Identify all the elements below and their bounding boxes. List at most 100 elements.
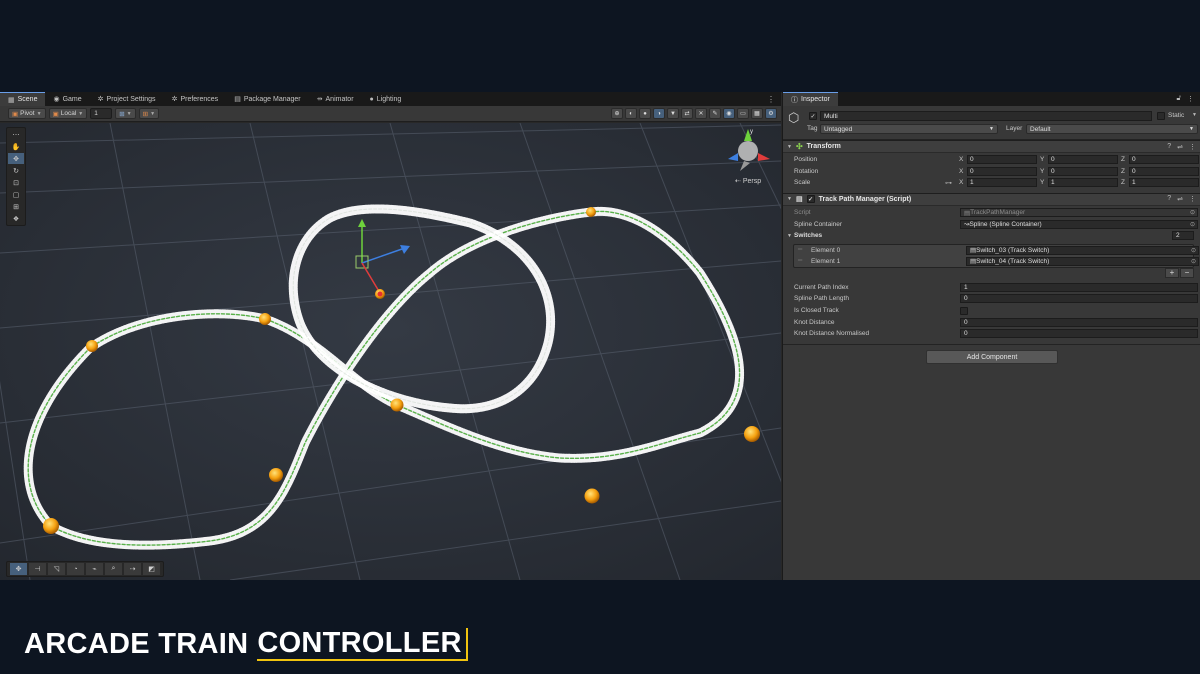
split-knot-icon[interactable]: ◩	[143, 563, 160, 575]
drag-handle-icon[interactable]: ═	[798, 247, 802, 253]
drag-handle-icon[interactable]: ═	[798, 258, 802, 264]
target-icon[interactable]: ⊙	[1190, 221, 1195, 228]
help-icon[interactable]: ?	[1167, 143, 1171, 151]
layers-icon[interactable]: ▦	[751, 108, 763, 119]
is-closed-track-checkbox[interactable]	[960, 306, 968, 315]
active-checkbox[interactable]: ✓	[809, 112, 817, 120]
knot-distance-normalised-field[interactable]: 0	[960, 329, 1198, 339]
layer-dropdown[interactable]: Default ▼	[1026, 124, 1198, 134]
foldout-arrow-icon[interactable]: ▼	[787, 196, 792, 202]
position-z-field[interactable]: 0	[1129, 155, 1199, 165]
spline-container-field[interactable]: ↝ Spline (Spline Container) ⊙	[960, 219, 1198, 229]
foldout-arrow-icon[interactable]: ▼	[787, 233, 792, 239]
tab-preferences[interactable]: ✲ Preferences	[164, 92, 227, 106]
grid-snap-dropdown[interactable]: ⊞ ▼	[115, 108, 136, 119]
rotation-y-field[interactable]: 0	[1048, 166, 1118, 176]
tab-animator[interactable]: ⇸ Animator	[309, 92, 362, 106]
spline-knot[interactable]	[584, 488, 600, 504]
element-field[interactable]: ▤ Switch_04 (Track Switch) ⊙	[966, 256, 1199, 266]
camera-icon[interactable]: ▭	[737, 108, 749, 119]
scale-z-field[interactable]: 1	[1129, 178, 1199, 188]
snap-increment-field[interactable]: 1	[90, 108, 113, 119]
add-element-button[interactable]: +	[1165, 267, 1179, 278]
auto-mode-icon[interactable]: ◔	[67, 563, 84, 575]
list-item[interactable]: ═ Element 1 ▤ Switch_04 (Track Switch) ⊙	[794, 256, 1199, 267]
space-dropdown[interactable]: ▣ Local ▼	[48, 108, 88, 119]
lighting-toggle-icon[interactable]: ✕	[695, 108, 707, 119]
static-checkbox[interactable]	[1157, 112, 1165, 120]
rotation-z-field[interactable]: 0	[1129, 166, 1199, 176]
tab-game[interactable]: ◉ Game	[45, 92, 89, 106]
tab-scene[interactable]: ▦ Scene	[0, 92, 46, 106]
more-icon[interactable]: ⋮	[1189, 143, 1196, 151]
component-enabled-checkbox[interactable]: ✓	[806, 195, 815, 204]
tab-lighting[interactable]: ● Lighting	[362, 92, 410, 106]
spline-knot[interactable]	[744, 426, 760, 442]
linear-mode-icon[interactable]: ◹	[48, 563, 65, 575]
spline-knot[interactable]	[269, 468, 283, 482]
help-icon[interactable]: ?	[1167, 195, 1171, 203]
gizmos-icon[interactable]: ⚙	[765, 108, 777, 119]
tab-package-manager[interactable]: ▤ Package Manager	[226, 92, 308, 106]
view-tool-icon[interactable]: ✋	[8, 141, 24, 152]
element-field[interactable]: ▤ Switch_03 (Track Switch) ⊙	[966, 245, 1199, 255]
tag-dropdown[interactable]: Untagged ▼	[820, 124, 998, 134]
projection-label[interactable]: ⇠ Persp	[735, 177, 761, 185]
tab-project-settings[interactable]: ✲ Project Settings	[90, 92, 164, 106]
transform-header[interactable]: ▼ ✣ Transform ? ⇌ ⋮	[783, 140, 1200, 153]
target-icon[interactable]: ⊙	[1191, 258, 1196, 265]
bezier-mode-icon[interactable]: ⌁	[86, 563, 103, 575]
2d-toggle-icon[interactable]: ⇄	[681, 108, 693, 119]
increment-snap-dropdown[interactable]: ⊞ ▼	[138, 108, 160, 119]
position-y-field[interactable]: 0	[1048, 155, 1118, 165]
pivot-dropdown[interactable]: ▣ Pivot ▼	[8, 108, 46, 119]
rect-tool-icon[interactable]: ▢	[8, 189, 24, 200]
render-mode-icon[interactable]: ▼	[667, 108, 679, 119]
knot-distance-field[interactable]: 0	[960, 317, 1198, 327]
spline-knot[interactable]	[259, 313, 271, 325]
track-path-manager-header[interactable]: ▼ ▤ ✓ Track Path Manager (Script) ? ⇌ ⋮	[783, 192, 1200, 206]
spline-knot[interactable]	[43, 518, 59, 534]
tab-inspector[interactable]: ⓘ Inspector	[783, 92, 838, 106]
position-x-field[interactable]: 0	[967, 155, 1037, 165]
gizmo-globe-icon[interactable]: ⊕	[611, 108, 623, 119]
chevron-down-icon[interactable]: ▼	[1192, 112, 1197, 118]
spline-path-length-field[interactable]: 0	[960, 294, 1198, 304]
scale-x-field[interactable]: 1	[967, 178, 1037, 188]
constrain-proportions-icon[interactable]: ⊶	[945, 179, 952, 187]
move-tool-icon[interactable]: ✥	[8, 153, 24, 164]
switches-count-field[interactable]: 2	[1172, 231, 1194, 241]
effects-icon[interactable]: ✎	[709, 108, 721, 119]
knot-move-icon[interactable]: ✥	[10, 563, 27, 575]
foldout-arrow-icon[interactable]: ▼	[787, 144, 792, 150]
target-icon[interactable]: ⊙	[1191, 247, 1196, 254]
object-name-field[interactable]: Multi	[820, 111, 1152, 121]
list-item[interactable]: ═ Element 0 ▤ Switch_03 (Track Switch) ⊙	[794, 245, 1199, 256]
link-knots-icon[interactable]: ⇢	[124, 563, 141, 575]
transform-tool-icon[interactable]: ⊞	[8, 201, 24, 212]
more-icon[interactable]: ⋮	[1189, 195, 1196, 203]
spline-knot[interactable]	[86, 340, 98, 352]
shading-shaded-icon[interactable]: ●	[639, 108, 651, 119]
add-component-button[interactable]: Add Component	[926, 350, 1058, 364]
rotation-x-field[interactable]: 0	[967, 166, 1037, 176]
zoom-icon[interactable]: ⌕	[105, 563, 122, 575]
lock-icon[interactable]: 🔓︎	[1176, 95, 1181, 103]
custom-tool-icon[interactable]: ❖	[8, 213, 24, 224]
shading-wire-icon[interactable]: ◐	[625, 108, 637, 119]
overlay-grip-icon[interactable]: ⋯	[8, 129, 24, 140]
rotate-tool-icon[interactable]: ↻	[8, 165, 24, 176]
tangent-mode-icon[interactable]: ⊣	[29, 563, 46, 575]
shading-mode-icon[interactable]: ◑	[653, 108, 665, 119]
presets-icon[interactable]: ⇌	[1177, 195, 1183, 203]
visibility-eye-icon[interactable]: ◉	[723, 108, 735, 119]
spline-knot[interactable]	[586, 207, 596, 217]
more-icon[interactable]: ⋮	[1187, 95, 1194, 103]
spline-knot[interactable]	[390, 398, 404, 412]
switches-row[interactable]: ▼ Switches 2	[783, 230, 1200, 242]
current-path-index-field[interactable]: 1	[960, 282, 1198, 292]
remove-element-button[interactable]: −	[1180, 267, 1194, 278]
presets-icon[interactable]: ⇌	[1177, 143, 1183, 151]
scale-tool-icon[interactable]: ⊡	[8, 177, 24, 188]
more-icon[interactable]: ⋮	[761, 92, 781, 106]
